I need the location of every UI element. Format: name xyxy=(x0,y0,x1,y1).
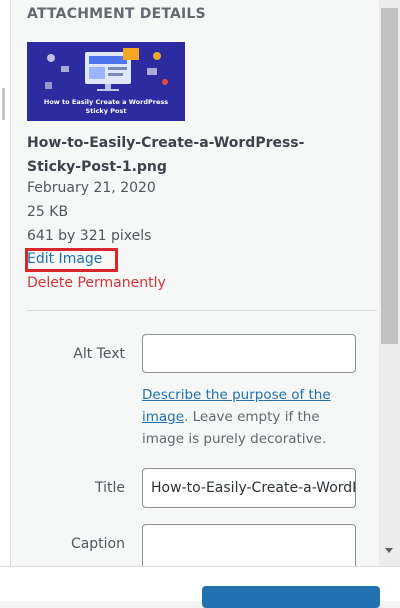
section-title: ATTACHMENT DETAILS xyxy=(27,6,206,22)
modal-footer xyxy=(0,566,400,608)
caption-label: Caption xyxy=(70,536,125,552)
alt-text-label: Alt Text xyxy=(73,346,125,362)
edit-image-link[interactable]: Edit Image xyxy=(27,251,102,267)
scrollbar-thumb[interactable] xyxy=(381,8,398,344)
attachment-thumbnail[interactable]: How to Easily Create a WordPress Sticky … xyxy=(27,42,185,121)
attachment-filename: How-to-Easily-Create-a-WordPress-Sticky-… xyxy=(27,135,305,175)
delete-permanently-link[interactable]: Delete Permanently xyxy=(27,275,166,291)
vertical-scrollbar[interactable] xyxy=(379,0,400,566)
chevron-down-icon[interactable] xyxy=(385,548,393,553)
upload-date: February 21, 2020 xyxy=(27,180,156,196)
title-input[interactable]: How-to-Easily-Create-a-WordPress-Sticky-… xyxy=(142,468,356,508)
left-edge-panel xyxy=(0,0,11,566)
caption-textarea[interactable] xyxy=(142,524,356,566)
left-edge-handle xyxy=(2,88,5,120)
alt-text-help: Describe the purpose of the image. Leave… xyxy=(142,384,356,450)
thumbnail-caption-line1: How to Easily Create a WordPress xyxy=(44,98,168,106)
image-dimensions: 641 by 321 pixels xyxy=(27,228,152,244)
title-label: Title xyxy=(94,480,125,496)
file-size: 25 KB xyxy=(27,204,69,220)
attachment-details-panel: ATTACHMENT DETAILS How to Easily Create … xyxy=(11,0,379,566)
section-divider xyxy=(27,310,377,311)
alt-text-input[interactable] xyxy=(142,334,356,373)
primary-action-button[interactable] xyxy=(202,586,380,608)
thumbnail-image: How to Easily Create a WordPress Sticky … xyxy=(27,42,185,121)
thumbnail-caption-line2: Sticky Post xyxy=(86,107,127,115)
